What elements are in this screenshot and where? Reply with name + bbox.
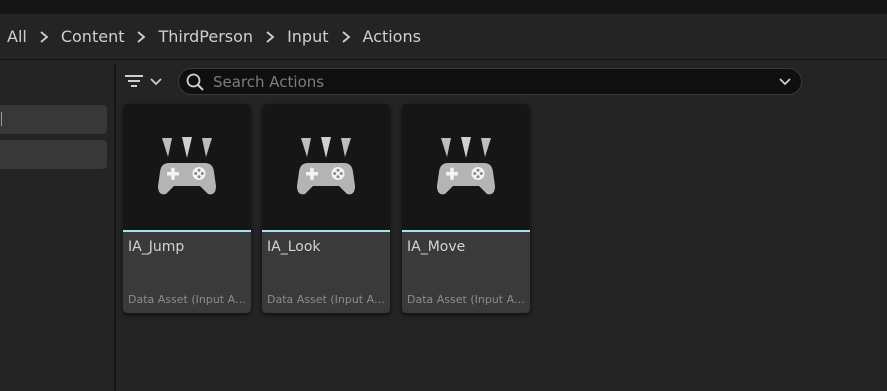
gamepad-icon (297, 137, 355, 195)
breadcrumb-item-content[interactable]: Content (61, 27, 125, 46)
asset-name: IA_Look (267, 239, 321, 255)
content-toolbar (116, 64, 887, 100)
asset-thumbnail (123, 104, 251, 230)
asset-tile[interactable]: IA_Look Data Asset (Input Action) (262, 104, 390, 313)
chevron-right-icon[interactable] (124, 30, 158, 43)
sources-panel (0, 64, 116, 391)
asset-type-color-bar (262, 230, 390, 232)
filter-icon (125, 75, 143, 87)
breadcrumb-item-actions[interactable]: Actions (363, 27, 421, 46)
asset-thumbnail (262, 104, 390, 230)
asset-name: IA_Jump (128, 239, 185, 255)
asset-type: Data Asset (Input Action) (407, 293, 527, 306)
chevron-right-icon[interactable] (253, 30, 287, 43)
text-caret (1, 112, 2, 126)
chevron-right-icon[interactable] (329, 30, 363, 43)
asset-tile[interactable]: IA_Jump Data Asset (Input Action) (123, 104, 251, 313)
search-icon (186, 73, 204, 91)
search-input[interactable] (213, 69, 763, 94)
breadcrumb-item-all[interactable]: All (7, 27, 27, 46)
breadcrumb: All Content ThirdPerson Input Actions (0, 14, 887, 60)
asset-thumbnail (402, 104, 530, 230)
asset-tile[interactable]: IA_Move Data Asset (Input Action) (402, 104, 530, 313)
breadcrumb-item-thirdperson[interactable]: ThirdPerson (158, 27, 253, 46)
chevron-down-icon (150, 78, 162, 86)
chevron-right-icon[interactable] (27, 30, 61, 43)
asset-name: IA_Move (407, 239, 466, 255)
asset-type-color-bar (123, 230, 251, 232)
sources-row[interactable] (0, 140, 107, 169)
sources-filter-row[interactable] (0, 105, 107, 134)
gamepad-icon (437, 137, 495, 195)
filter-button[interactable] (124, 69, 170, 93)
title-strip (0, 0, 887, 14)
breadcrumb-item-input[interactable]: Input (287, 27, 328, 46)
gamepad-icon (158, 137, 216, 195)
asset-type: Data Asset (Input Action) (128, 293, 248, 306)
chevron-down-icon[interactable] (778, 76, 792, 88)
search-box[interactable] (178, 68, 802, 95)
asset-type-color-bar (402, 230, 530, 232)
asset-type: Data Asset (Input Action) (267, 293, 387, 306)
